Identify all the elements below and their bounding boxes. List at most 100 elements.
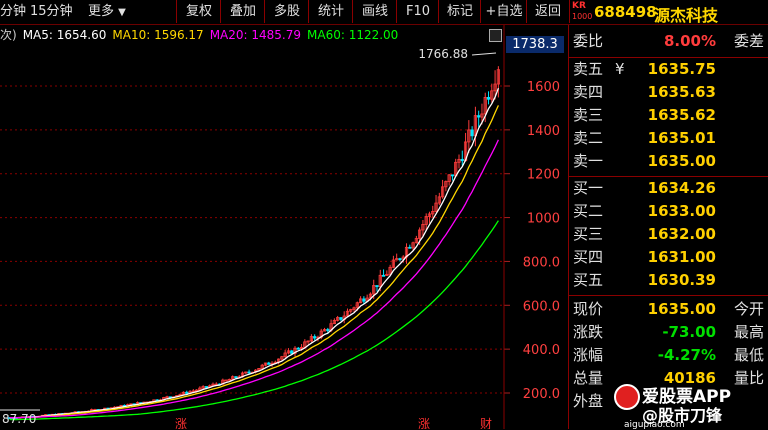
multi-stock-button[interactable]: 多股 [264,0,309,23]
period-cut-label[interactable]: 分钟 [0,0,26,23]
chart-settings-icon[interactable] [489,29,502,42]
ask-row[interactable]: 卖一 1635.00 [569,150,768,173]
candle-body [450,174,455,177]
stock-code: 688498 [594,3,657,21]
ask1-label: 卖一 [573,152,604,170]
statistics-button[interactable]: 统计 [308,0,353,23]
ma10-value: MA10: 1596.17 [112,28,204,42]
event-tag: 涨 [418,416,430,429]
tick-label: 200.0 [523,387,560,402]
candle-body [470,129,474,137]
bid3-label: 买三 [573,225,604,243]
tick-label: 800.0 [523,255,560,270]
ma-legend: 次) MA5: 1654.60 MA10: 1596.17 MA20: 1485.79… [0,27,404,43]
ask2-price: 1635.01 [647,129,716,147]
candle-body [477,115,481,118]
bid1-price: 1634.26 [647,179,716,197]
overlay-button[interactable]: 叠加 [220,0,265,23]
candle-body [486,96,491,100]
candle-body [375,285,379,288]
add-watchlist-button[interactable]: +自选 [480,0,527,23]
stat-row: 涨幅 -4.27% 最低 [569,344,768,367]
candle-body [185,391,189,394]
candle-body [408,246,412,249]
back-button[interactable]: 返回 [526,0,570,23]
bid-row[interactable]: 买二 1633.00 [569,200,768,223]
webi-label: 委比 [573,32,604,50]
ask4-label: 卖四 [573,83,604,101]
ask-row[interactable]: 卖五 ¥ 1635.75 [569,58,768,81]
candle-body [267,362,271,365]
event-tag: 涨 [175,416,187,429]
tick-label: 1200 [527,168,560,183]
event-tag: 财 [480,417,492,429]
kline-chart[interactable]: 1600 1400 1200 1000 800.0 600.0 400.0 200.0 1766… [0,25,569,429]
f10-button[interactable]: F10 [396,0,439,23]
stat-label: 涨跌 [573,323,604,341]
ask5-label: 卖五 [573,60,604,78]
kline-svg[interactable]: 1600 1400 1200 1000 800.0 600.0 400.0 200.0 1766… [0,25,568,429]
stat-row: 现价 1635.00 今开 [569,298,768,321]
ask5-price: 1635.75 [647,60,716,78]
mark-button[interactable]: 标记 [438,0,481,23]
stat-label: 涨幅 [573,346,604,364]
candle-body [247,371,251,374]
yen-icon: ¥ [615,60,625,78]
stock-name: 源杰科技 [654,6,719,25]
ma-prefix: 次) [0,28,17,42]
ask-row[interactable]: 卖三 1635.62 [569,104,768,127]
exchange-tag: KR [572,1,586,11]
quote-panel: 委比 8.00% 委差 卖五 ¥ 1635.75 卖四 1635.63 卖三 1… [569,25,768,429]
stat-label: 外盘 [573,392,604,410]
bid3-price: 1632.00 [647,225,716,243]
draw-line-button[interactable]: 画线 [352,0,397,23]
bid-row[interactable]: 买一 1634.26 [569,177,768,200]
bid5-label: 买五 [573,271,604,289]
webi-label2: 委差 [733,32,764,50]
chevron-down-icon: ▼ [118,7,126,18]
more-menu[interactable]: 更多 ▼ [88,0,126,23]
ma20-value: MA20: 1485.79 [209,28,301,42]
exchange-sub: 1000 [572,12,593,21]
stat-value: -4.27% [657,346,716,364]
stat-label2: 最高 [733,323,764,341]
bid-row[interactable]: 买三 1632.00 [569,223,768,246]
tick-label: 1000 [527,212,560,227]
bid1-label: 买一 [573,179,604,197]
candle-body [381,274,386,277]
toolbar: 分钟 15分钟 更多 ▼ 复权 叠加 多股 统计 画线 F10 标记 +自选 返… [0,0,768,25]
watermark: 爱股票APP @股市刀锋 aigupiao.com [614,380,764,430]
tick-label: 400.0 [523,343,560,358]
candle-body [234,376,238,379]
tick-label: 1600 [527,80,560,95]
candle-body [398,258,402,261]
tick-label: 600.0 [523,299,560,314]
stat-label2: 今开 [733,300,764,318]
webi-row: 委比 8.00% 委差 [569,30,768,53]
restore-rights-button[interactable]: 复权 [176,0,221,23]
bid-row[interactable]: 买四 1631.00 [569,246,768,269]
bid2-label: 买二 [573,202,604,220]
bid-row[interactable]: 买五 1630.39 [569,269,768,292]
ma-lines [9,87,500,421]
high-price-arrow [471,52,497,56]
low-price-label: 87.70 [2,412,36,426]
ma60-line [9,220,499,421]
ask-row[interactable]: 卖二 1635.01 [569,127,768,150]
candle-body [296,347,300,350]
ma5-value: MA5: 1654.60 [22,28,107,42]
ask-row[interactable]: 卖四 1635.63 [569,81,768,104]
candle-body [290,350,294,354]
ask2-label: 卖二 [573,129,604,147]
ma60-value: MA60: 1122.00 [307,28,399,42]
stat-label: 现价 [573,300,604,318]
stat-label2: 最低 [733,346,764,364]
stat-label: 总量 [573,369,604,387]
stock-header: KR 1000 688498 源杰科技 [568,0,768,25]
tick-label: 1400 [527,124,560,139]
candle-body [204,386,209,388]
period-selector[interactable]: 15分钟 [30,0,73,23]
stat-row: 涨跌 -73.00 最高 [569,321,768,344]
candle-body [362,298,366,302]
candle-body [339,317,343,320]
